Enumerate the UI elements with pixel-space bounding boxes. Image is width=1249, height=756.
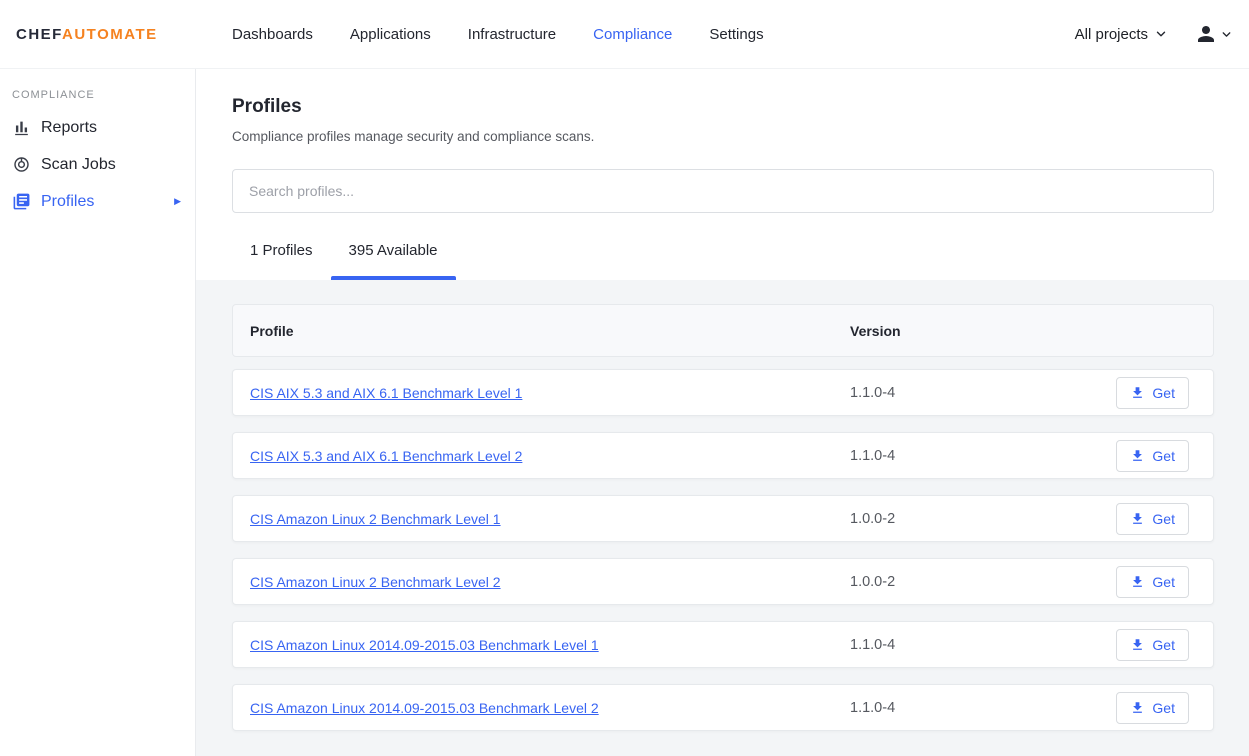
logo-automate-text: AUTOMATE [62,26,158,43]
get-button-label: Get [1152,574,1175,590]
library-books-icon [12,192,31,211]
profile-link[interactable]: CIS AIX 5.3 and AIX 6.1 Benchmark Level … [250,448,522,464]
table-row: CIS Amazon Linux 2 Benchmark Level 1 1.0… [232,495,1214,542]
table-row: CIS AIX 5.3 and AIX 6.1 Benchmark Level … [232,432,1214,479]
sidebar-item-label: Profiles [41,193,94,211]
nav-item-applications[interactable]: Applications [350,20,431,49]
profile-link[interactable]: CIS AIX 5.3 and AIX 6.1 Benchmark Level … [250,385,522,401]
search-wrap [232,169,1214,213]
profiles-tabs: 1 Profiles 395 Available [232,229,1214,280]
get-button-label: Get [1152,700,1175,716]
chevron-down-icon [1220,28,1233,41]
nav-item-settings[interactable]: Settings [709,20,763,49]
table-row: CIS AIX 5.3 and AIX 6.1 Benchmark Level … [232,369,1214,416]
chevron-down-icon [1154,27,1168,41]
profile-link[interactable]: CIS Amazon Linux 2 Benchmark Level 2 [250,574,501,590]
nav-item-dashboards[interactable]: Dashboards [232,20,313,49]
get-button[interactable]: Get [1116,566,1189,598]
profile-link[interactable]: CIS Amazon Linux 2014.09-2015.03 Benchma… [250,700,599,716]
table-row: CIS Amazon Linux 2 Benchmark Level 2 1.0… [232,558,1214,605]
tab-my-profiles[interactable]: 1 Profiles [232,229,331,280]
radar-icon [12,155,31,174]
table-row: CIS Amazon Linux 2014.09-2015.03 Benchma… [232,621,1214,668]
profile-version: 1.0.0-2 [850,574,1116,590]
profiles-table: Profile Version CIS AIX 5.3 and AIX 6.1 … [196,280,1249,756]
download-icon [1130,385,1145,400]
get-button[interactable]: Get [1116,377,1189,409]
main-head: Profiles Compliance profiles manage secu… [196,69,1249,280]
get-button[interactable]: Get [1116,503,1189,535]
profile-version: 1.1.0-4 [850,385,1116,401]
sidebar-item-reports[interactable]: Reports ▶ [0,109,195,146]
get-button[interactable]: Get [1116,692,1189,724]
user-avatar-icon [1194,22,1218,46]
column-header-version: Version [850,323,1189,339]
get-button-label: Get [1152,637,1175,653]
main-content: Profiles Compliance profiles manage secu… [196,69,1249,756]
sidebar: COMPLIANCE Reports ▶ Scan Jobs ▶ Profile… [0,69,196,756]
projects-dropdown-label: All projects [1075,26,1148,43]
sidebar-item-label: Scan Jobs [41,156,116,174]
sidebar-item-label: Reports [41,119,97,137]
main-nav: Dashboards Applications Infrastructure C… [232,20,801,49]
bar-chart-icon [12,118,31,137]
sidebar-section-compliance: COMPLIANCE [0,89,195,101]
nav-item-compliance[interactable]: Compliance [593,20,672,49]
get-button-label: Get [1152,448,1175,464]
search-profiles-input[interactable] [232,169,1214,213]
sidebar-item-scan-jobs[interactable]: Scan Jobs ▶ [0,146,195,183]
page-title: Profiles [232,96,1214,118]
page-subtitle: Compliance profiles manage security and … [232,129,1214,144]
get-button[interactable]: Get [1116,629,1189,661]
top-bar: CHEFAUTOMATE Dashboards Applications Inf… [0,0,1249,69]
profile-link[interactable]: CIS Amazon Linux 2014.09-2015.03 Benchma… [250,637,599,653]
get-button[interactable]: Get [1116,440,1189,472]
profile-link[interactable]: CIS Amazon Linux 2 Benchmark Level 1 [250,511,501,527]
logo-chef-text: CHEF [16,26,62,43]
profile-version: 1.1.0-4 [850,637,1116,653]
table-row: CIS Amazon Linux 2014.09-2015.03 Benchma… [232,684,1214,731]
profile-version: 1.0.0-2 [850,511,1116,527]
projects-dropdown[interactable]: All projects [1075,26,1168,43]
sidebar-item-profiles[interactable]: Profiles ▶ [0,183,195,220]
column-header-profile: Profile [250,323,850,339]
tab-available-profiles[interactable]: 395 Available [331,229,456,280]
download-icon [1130,448,1145,463]
profile-version: 1.1.0-4 [850,700,1116,716]
table-header-row: Profile Version [232,304,1214,357]
download-icon [1130,511,1145,526]
download-icon [1130,574,1145,589]
download-icon [1130,637,1145,652]
active-arrow-icon: ▶ [174,196,181,207]
topbar-right: All projects [1075,22,1233,46]
nav-item-infrastructure[interactable]: Infrastructure [468,20,556,49]
profile-version: 1.1.0-4 [850,448,1116,464]
get-button-label: Get [1152,385,1175,401]
download-icon [1130,700,1145,715]
user-menu[interactable] [1194,22,1233,46]
chef-automate-logo[interactable]: CHEFAUTOMATE [16,26,232,43]
get-button-label: Get [1152,511,1175,527]
